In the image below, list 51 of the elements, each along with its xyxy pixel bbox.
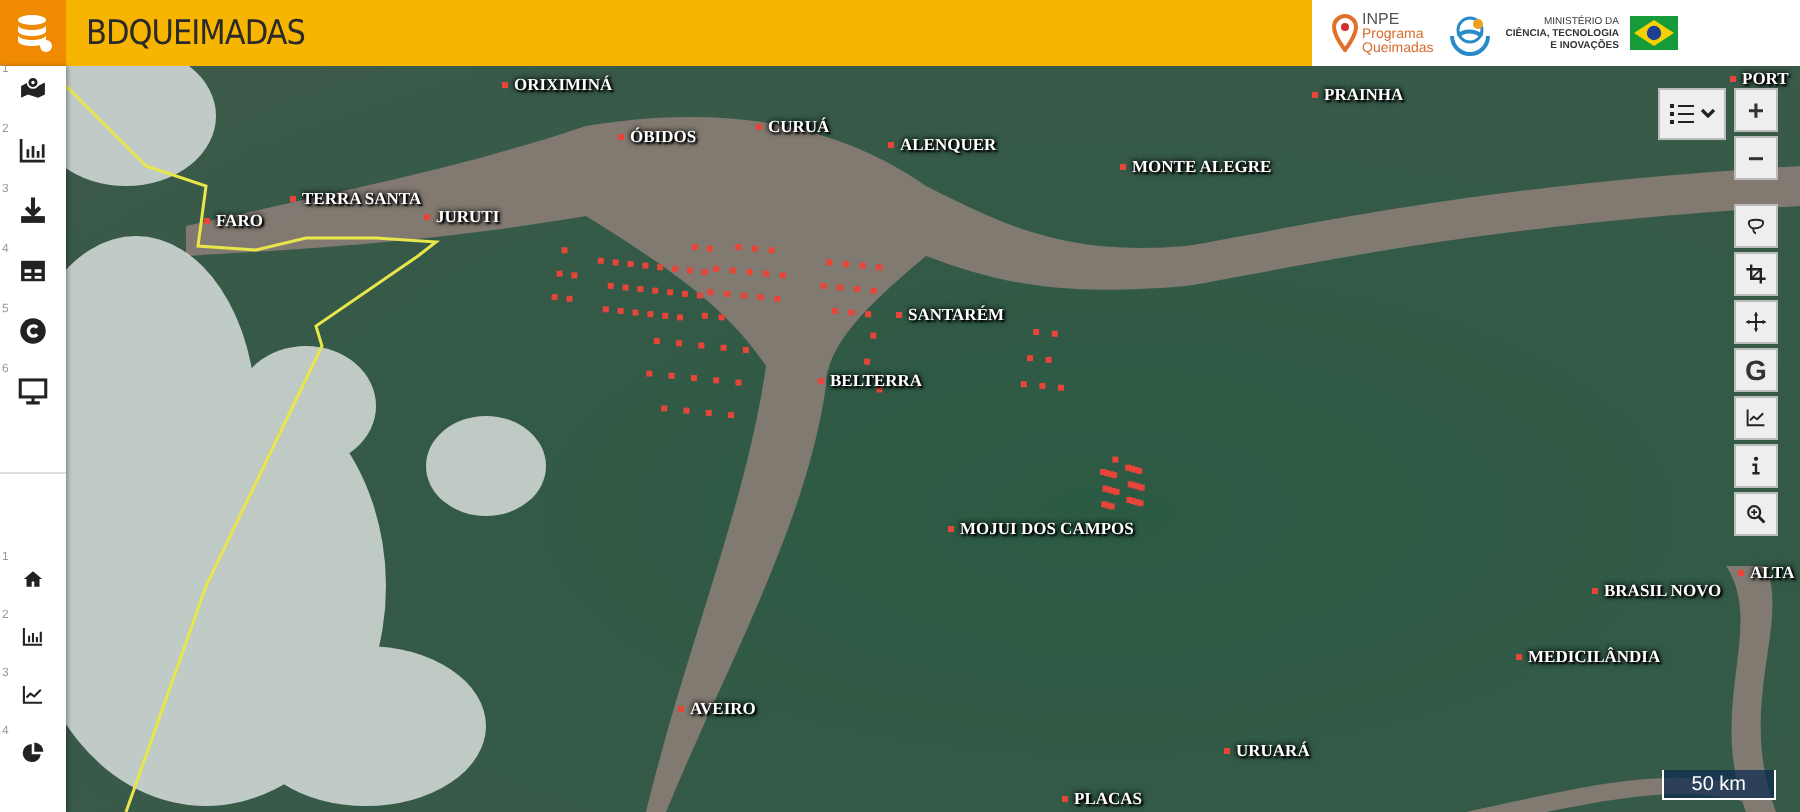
list-icon <box>1669 104 1693 124</box>
place-label: PRAINHA <box>1324 84 1404 104</box>
info-tool-button[interactable] <box>1734 444 1778 488</box>
lasso-tool-button[interactable] <box>1734 204 1778 248</box>
place-label: ÓBIDOS <box>630 126 697 146</box>
app-title: BDQUEIMADAS <box>84 13 307 53</box>
place-label: PORT <box>1742 68 1789 88</box>
circular-emblem-icon <box>1445 11 1494 55</box>
download-icon[interactable] <box>16 194 50 228</box>
move-tool-button[interactable] <box>1734 300 1778 344</box>
monitor-icon[interactable] <box>16 374 50 408</box>
scale-bar: 50 km <box>1661 770 1776 800</box>
crop-icon <box>1744 262 1768 286</box>
place-label: MONTE ALEGRE <box>1132 156 1272 176</box>
lasso-icon <box>1744 214 1768 238</box>
place-label: BELTERRA <box>830 370 922 390</box>
place-label: JURUTI <box>436 206 500 226</box>
place-label: CURUÁ <box>768 116 830 136</box>
place-label: ORIXIMINÁ <box>514 74 613 94</box>
flame-pin-icon <box>1332 14 1358 52</box>
zoom-out-button[interactable]: − <box>1734 136 1778 180</box>
zoom-in-button[interactable]: + <box>1734 88 1778 132</box>
place-label: FARO <box>216 210 263 230</box>
place-label: URUARÁ <box>1236 740 1310 760</box>
place-label: MOJUI DOS CAMPOS <box>960 518 1134 538</box>
letter-tool-button[interactable]: G <box>1734 348 1778 392</box>
copyright-icon[interactable] <box>16 314 50 348</box>
brazil-flag-icon <box>1630 16 1679 50</box>
program-logo-name: INPE <box>1362 11 1402 27</box>
chart-icon <box>1744 406 1768 430</box>
chart-icon[interactable] <box>16 134 50 168</box>
chart-icon[interactable] <box>20 624 46 650</box>
crop-tool-button[interactable] <box>1734 252 1778 296</box>
home-icon[interactable] <box>20 566 46 592</box>
pie-icon[interactable] <box>20 740 46 766</box>
place-label: ALTA <box>1750 562 1795 582</box>
place-label: MEDICILÂNDIA <box>1528 646 1661 666</box>
chevron-down-icon <box>1699 108 1715 120</box>
zoom-tool-button[interactable] <box>1734 492 1778 536</box>
move-icon <box>1744 310 1768 334</box>
line-icon[interactable] <box>20 682 46 708</box>
zoom-icon <box>1744 502 1768 526</box>
place-label: ALENQUER <box>900 134 997 154</box>
place-label: TERRA SANTA <box>302 188 422 208</box>
place-label: AVEIRO <box>690 698 756 718</box>
place-label: BRASIL NOVO <box>1604 580 1722 600</box>
layer-selector[interactable] <box>1658 88 1726 140</box>
database-icon <box>13 11 53 55</box>
place-label: SANTARÉM <box>908 304 1005 324</box>
place-label: PLACAS <box>1074 788 1143 808</box>
chart-tool-button[interactable] <box>1734 396 1778 440</box>
